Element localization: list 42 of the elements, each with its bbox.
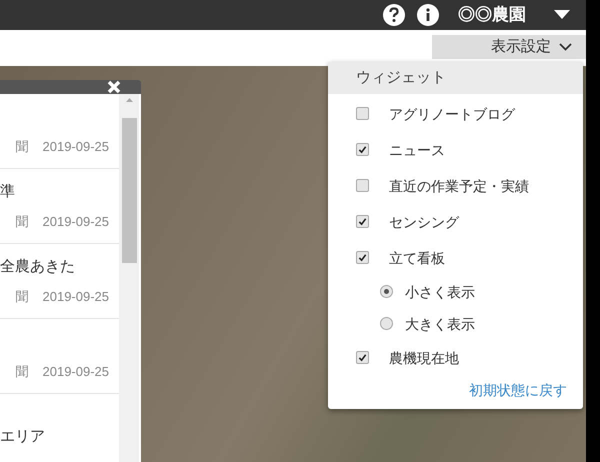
radio-label[interactable]: 大きく表示 — [405, 314, 475, 334]
news-source: 聞 — [16, 212, 28, 230]
news-date: 2019-09-25 — [42, 212, 109, 230]
info-icon[interactable] — [416, 3, 440, 27]
radio-button[interactable] — [380, 317, 393, 330]
news-date: 2019-09-25 — [42, 362, 109, 380]
news-title[interactable]: 準 — [0, 181, 15, 204]
checkmark-icon — [358, 253, 367, 262]
radio-label[interactable]: 小さく表示 — [405, 282, 475, 302]
widget-label[interactable]: 直近の作業予定・実績 — [389, 176, 554, 196]
help-icon[interactable] — [382, 3, 406, 27]
widget-label[interactable]: アグリノートブログ — [389, 104, 554, 124]
chevron-down-icon — [559, 43, 572, 51]
reset-link[interactable]: 初期状態に戻す — [469, 380, 567, 401]
radio-button[interactable] — [380, 285, 393, 298]
widget-label[interactable]: ニュース — [389, 140, 554, 160]
checkbox[interactable] — [356, 251, 369, 264]
news-source: 聞 — [16, 288, 28, 306]
widget-label[interactable]: 立て看板 — [389, 248, 554, 268]
news-source: 聞 — [16, 362, 28, 380]
checkbox[interactable] — [356, 143, 369, 156]
checkmark-icon — [358, 353, 367, 362]
checkmark-icon — [358, 145, 367, 154]
checkbox[interactable] — [356, 107, 369, 120]
checkmark-icon — [358, 217, 367, 226]
scrollbar-thumb[interactable] — [122, 118, 136, 263]
close-icon[interactable] — [107, 80, 121, 94]
widget-label[interactable]: 農機現在地 — [389, 348, 554, 368]
news-date: 2019-09-25 — [42, 288, 109, 306]
caret-down-icon[interactable] — [554, 10, 570, 20]
news-source: 聞 — [16, 138, 28, 156]
checkbox[interactable] — [356, 351, 369, 364]
widget-label[interactable]: センシング — [389, 212, 554, 232]
scrollbar[interactable] — [119, 94, 139, 462]
checkbox[interactable] — [356, 179, 369, 192]
news-title[interactable]: 全農あきた — [0, 256, 75, 278]
news-date: 2019-09-25 — [42, 138, 109, 156]
news-title[interactable]: エリア — [0, 426, 45, 448]
menu-heading: ウィジェット — [328, 62, 583, 94]
farm-name[interactable]: ◎◎農園 — [458, 2, 526, 28]
display-settings-button[interactable]: 表示設定 — [432, 35, 586, 59]
checkbox[interactable] — [356, 215, 369, 228]
